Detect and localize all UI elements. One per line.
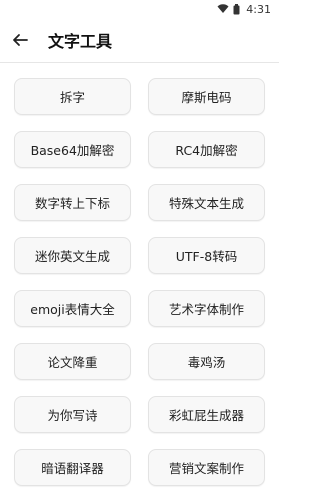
tool-button-dujitang[interactable]: 毒鸡汤 — [148, 343, 265, 380]
tool-button-utf8[interactable]: UTF-8转码 — [148, 237, 265, 274]
page-title: 文字工具 — [48, 32, 113, 51]
battery-icon — [233, 3, 240, 14]
wifi-icon — [217, 4, 229, 13]
tool-button-rc4[interactable]: RC4加解密 — [148, 131, 265, 168]
back-button[interactable] — [0, 18, 40, 62]
tool-button-poem[interactable]: 为你写诗 — [14, 396, 131, 433]
app-bar-divider — [0, 62, 279, 63]
tool-button-art-font[interactable]: 艺术字体制作 — [148, 290, 265, 327]
arrow-left-icon — [13, 34, 28, 46]
app-bar: 文字工具 — [0, 18, 279, 62]
tool-button-code-translator[interactable]: 暗语翻译器 — [14, 449, 131, 486]
tools-grid: 拆字 摩斯电码 Base64加解密 RC4加解密 数字转上下标 特殊文本生成 迷… — [14, 78, 265, 486]
tool-button-mini-english[interactable]: 迷你英文生成 — [14, 237, 131, 274]
tool-button-chaizi[interactable]: 拆字 — [14, 78, 131, 115]
status-icons — [217, 3, 240, 15]
tool-button-emoji[interactable]: emoji表情大全 — [14, 290, 131, 327]
tool-button-special-text[interactable]: 特殊文本生成 — [148, 184, 265, 221]
tool-button-paper-rewrite[interactable]: 论文降重 — [14, 343, 131, 380]
status-bar: 4:31 — [0, 0, 279, 18]
tool-button-rainbow-fart[interactable]: 彩虹屁生成器 — [148, 396, 265, 433]
tool-button-marketing-copy[interactable]: 营销文案制作 — [148, 449, 265, 486]
tool-button-morse[interactable]: 摩斯电码 — [148, 78, 265, 115]
tool-button-base64[interactable]: Base64加解密 — [14, 131, 131, 168]
status-time: 4:31 — [246, 2, 271, 16]
tool-button-superscript[interactable]: 数字转上下标 — [14, 184, 131, 221]
